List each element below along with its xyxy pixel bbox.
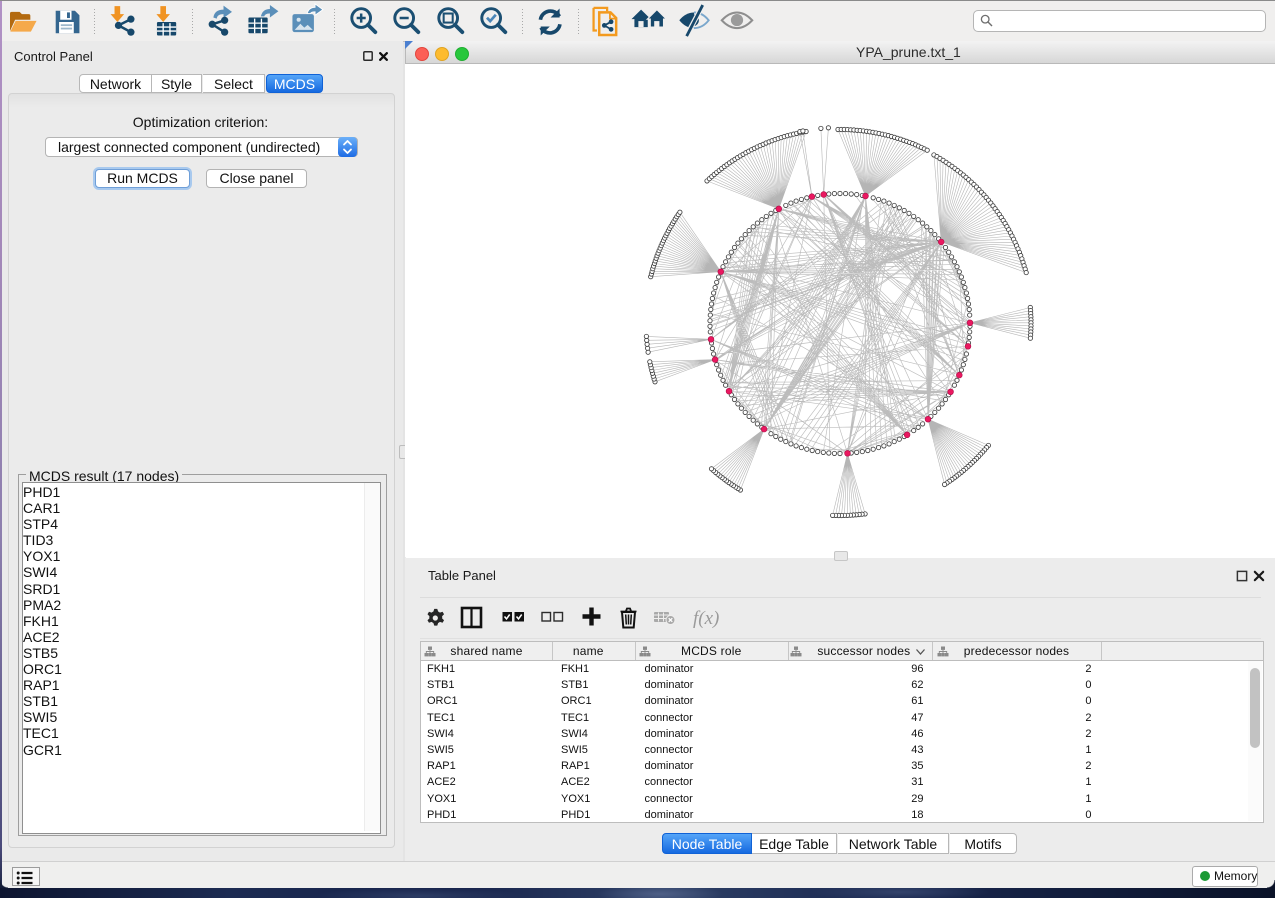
svg-text:f(x): f(x) [693,608,719,629]
